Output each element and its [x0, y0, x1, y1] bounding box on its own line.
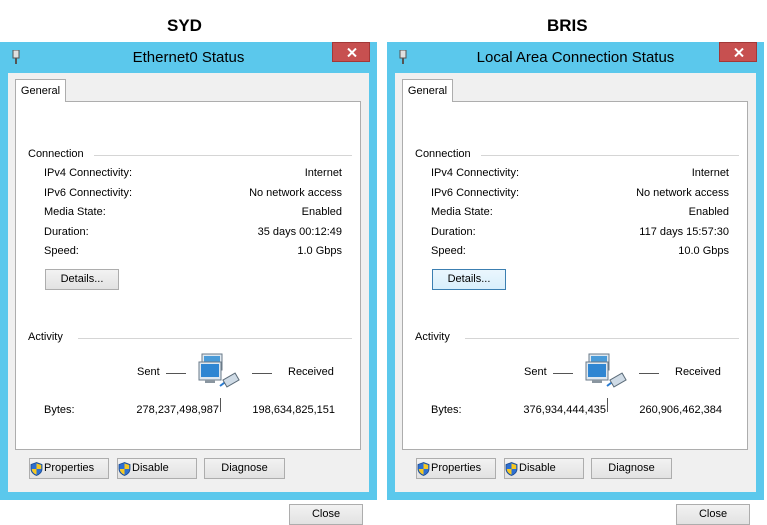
- disable-button[interactable]: Disable: [117, 458, 197, 479]
- diagnose-button[interactable]: Diagnose: [204, 458, 285, 479]
- disable-label: Disable: [519, 462, 556, 474]
- disable-button[interactable]: Disable: [504, 458, 584, 479]
- tab-general[interactable]: General: [402, 79, 453, 102]
- diagnose-button[interactable]: Diagnose: [591, 458, 672, 479]
- dialog-client-area: General Connection IPv4 Connectivity: In…: [395, 73, 756, 525]
- group-divider: [94, 155, 352, 156]
- sent-label: Sent: [137, 366, 160, 378]
- close-icon: [734, 48, 744, 57]
- general-tab-panel: Connection IPv4 Connectivity: Internet I…: [15, 101, 361, 450]
- window-title: Ethernet0 Status: [132, 49, 245, 66]
- status-window: Ethernet0 Status General Connection IPv4…: [0, 42, 377, 525]
- close-icon: [347, 48, 357, 57]
- computers-network-icon: [585, 353, 627, 388]
- general-tab-panel: Connection IPv4 Connectivity: Internet I…: [402, 101, 748, 450]
- bytes-sent-value: 278,237,498,987: [136, 404, 219, 416]
- ipv4-value: Internet: [691, 167, 729, 179]
- details-button[interactable]: Details...: [45, 269, 119, 290]
- bytes-label: Bytes:: [44, 404, 75, 416]
- received-dash: [639, 373, 659, 374]
- media-state-label: Media State:: [44, 206, 106, 218]
- computers-network-icon: [198, 353, 240, 388]
- ipv4-value: Internet: [304, 167, 342, 179]
- media-state-label: Media State:: [431, 206, 493, 218]
- media-state-value: Enabled: [688, 206, 729, 218]
- sent-dash: [553, 373, 573, 374]
- group-divider: [78, 338, 352, 339]
- ipv6-value: No network access: [249, 187, 342, 199]
- sent-label: Sent: [524, 366, 547, 378]
- speed-value: 1.0 Gbps: [297, 245, 342, 257]
- properties-button[interactable]: Properties: [416, 458, 496, 479]
- received-dash: [252, 373, 272, 374]
- ipv6-value: No network access: [636, 187, 729, 199]
- site-heading: BRIS: [547, 16, 588, 35]
- media-state-value: Enabled: [301, 206, 342, 218]
- received-label: Received: [288, 366, 334, 378]
- speed-value: 10.0 Gbps: [678, 245, 729, 257]
- uac-shield-icon: [417, 461, 430, 476]
- title-bar[interactable]: Ethernet0 Status: [0, 42, 377, 73]
- activity-group-label: Activity: [415, 331, 454, 343]
- duration-value: 35 days 00:12:49: [257, 226, 342, 238]
- window-title: Local Area Connection Status: [476, 49, 675, 66]
- properties-label: Properties: [44, 462, 95, 474]
- received-label: Received: [675, 366, 721, 378]
- group-divider: [465, 338, 739, 339]
- speed-label: Speed:: [44, 245, 79, 257]
- disable-label: Disable: [132, 462, 169, 474]
- activity-group-label: Activity: [28, 331, 67, 343]
- ipv4-label: IPv4 Connectivity:: [431, 167, 520, 179]
- speed-label: Speed:: [431, 245, 466, 257]
- properties-button[interactable]: Properties: [29, 458, 109, 479]
- connection-group-label: Connection: [415, 148, 475, 160]
- close-button[interactable]: Close: [676, 504, 750, 525]
- close-button[interactable]: Close: [289, 504, 363, 525]
- close-window-button[interactable]: [332, 42, 370, 62]
- ipv4-label: IPv4 Connectivity:: [44, 167, 133, 179]
- close-window-button[interactable]: [719, 42, 757, 62]
- ipv6-label: IPv6 Connectivity:: [44, 187, 133, 199]
- connection-group-label: Connection: [28, 148, 88, 160]
- status-window: Local Area Connection Status General Con…: [387, 42, 764, 525]
- tab-general[interactable]: General: [15, 79, 66, 102]
- uac-shield-icon: [30, 461, 43, 476]
- uac-shield-icon: [505, 461, 518, 476]
- bytes-label: Bytes:: [431, 404, 462, 416]
- uac-shield-icon: [118, 461, 131, 476]
- properties-label: Properties: [431, 462, 482, 474]
- duration-label: Duration:: [44, 226, 89, 238]
- dialog-client-area: General Connection IPv4 Connectivity: In…: [8, 73, 369, 525]
- bytes-sent-value: 376,934,444,435: [523, 404, 606, 416]
- ipv6-label: IPv6 Connectivity:: [431, 187, 520, 199]
- bytes-received-value: 260,906,462,384: [639, 404, 722, 416]
- bytes-received-value: 198,634,825,151: [252, 404, 335, 416]
- sent-dash: [166, 373, 186, 374]
- title-bar[interactable]: Local Area Connection Status: [387, 42, 764, 73]
- details-button[interactable]: Details...: [432, 269, 506, 290]
- duration-label: Duration:: [431, 226, 476, 238]
- group-divider: [481, 155, 739, 156]
- duration-value: 117 days 15:57:30: [639, 226, 729, 238]
- site-heading: SYD: [167, 16, 202, 35]
- bytes-divider: [607, 398, 608, 412]
- bytes-divider: [220, 398, 221, 412]
